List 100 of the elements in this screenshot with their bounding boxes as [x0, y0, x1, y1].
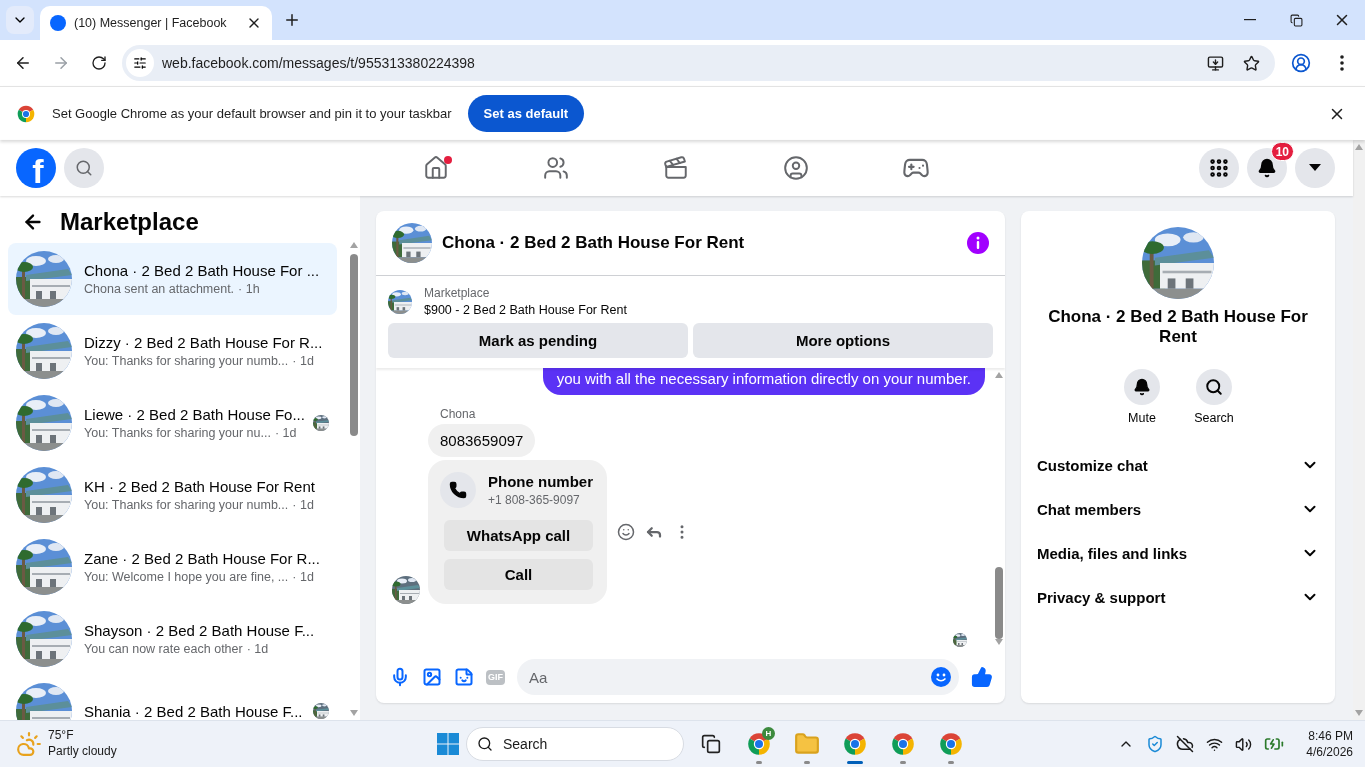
clock[interactable]: 8:46 PM 4/6/2026 — [1306, 727, 1353, 761]
search-icon — [477, 736, 493, 752]
sliders-icon — [133, 56, 147, 70]
url-text: web.facebook.com/messages/t/955313380224398 — [162, 55, 476, 71]
message-time: · 1d — [274, 426, 297, 440]
emoji-icon[interactable] — [931, 667, 951, 687]
restore-icon — [1289, 13, 1303, 27]
message-time: · 1d — [292, 570, 314, 584]
profile-badge: H — [762, 727, 775, 740]
conversation-item[interactable]: Zane · 2 Bed 2 Bath House For R... You: Welcome I hope you are fine, ... · 1d — [8, 531, 337, 603]
browser-tab[interactable]: (10) Messenger | Facebook — [40, 6, 272, 40]
video-icon — [662, 155, 689, 181]
message-input[interactable]: Aa — [517, 659, 959, 695]
menu-grid-button[interactable] — [1199, 148, 1239, 188]
call-button[interactable]: Call — [444, 559, 593, 590]
mute-button[interactable]: Mute — [1115, 369, 1169, 425]
infobar-message: Set Google Chrome as your default browser and pin it to your taskbar — [52, 106, 452, 121]
info-icon[interactable] — [967, 232, 989, 254]
search-button[interactable]: Search — [1187, 369, 1241, 425]
grid-icon — [1208, 157, 1230, 179]
chrome-logo-icon — [890, 731, 916, 757]
back-icon — [14, 54, 32, 72]
temperature: 75°F — [48, 728, 75, 744]
sender-name: Chona — [440, 407, 476, 421]
conversation-name: Chona · 2 Bed 2 Bath House For ... — [84, 262, 321, 279]
search-icon — [75, 159, 93, 177]
phone-icon — [440, 472, 476, 508]
chrome-logo-icon — [938, 731, 964, 757]
conversation-item[interactable]: KH · 2 Bed 2 Bath House For Rent You: Thanks for sharing your numb... · 1d — [8, 459, 337, 531]
bell-icon — [1133, 378, 1151, 396]
conversation-item[interactable]: Liewe · 2 Bed 2 Bath House Fo... You: Thanks for sharing your nu... · 1d — [8, 387, 337, 459]
chrome-logo-icon — [16, 103, 36, 124]
chat-title: Chona · 2 Bed 2 Bath House For Rent — [442, 233, 746, 253]
windows-start-icon[interactable] — [436, 732, 460, 756]
scroll-up-arrow[interactable] — [995, 372, 1003, 378]
message-time: · 1d — [292, 354, 314, 368]
call-button[interactable]: WhatsApp call — [444, 520, 593, 551]
taskbar-search[interactable]: Search — [466, 727, 684, 761]
search-button[interactable] — [64, 148, 104, 188]
volume-icon[interactable] — [1235, 735, 1253, 753]
forward-icon — [52, 54, 70, 72]
section-header[interactable]: Media, files and links — [1021, 531, 1335, 575]
listing-label: Marketplace — [424, 286, 491, 300]
tab-title: (10) Messenger | Facebook — [74, 16, 228, 30]
microphone-icon[interactable] — [390, 667, 410, 687]
address-bar[interactable]: web.facebook.com/messages/t/955313380224398 — [122, 45, 1275, 81]
conversation-name: Zane · 2 Bed 2 Bath House For R... — [84, 550, 321, 567]
taskbar-app[interactable]: H — [738, 723, 780, 765]
listing-title: $900 - 2 Bed 2 Bath House For Rent — [424, 303, 627, 317]
scrollbar-thumb[interactable] — [349, 254, 358, 436]
conversation-item[interactable]: Shayson · 2 Bed 2 Bath House F... You can now rate each other · 1d — [8, 603, 337, 675]
scrollbar-thumb[interactable] — [995, 567, 1003, 639]
listing-button[interactable]: Mark as pending — [388, 323, 688, 358]
notification-count: 10 — [1270, 142, 1294, 161]
received-message: 8083659097 — [428, 424, 536, 457]
site-info-button[interactable] — [126, 49, 154, 77]
section-header[interactable]: Customize chat — [1021, 443, 1335, 487]
smiley-icon[interactable] — [617, 523, 635, 541]
conversation-name: Shania · 2 Bed 2 Bath House F... — [84, 702, 301, 720]
tab-list-button[interactable] — [6, 6, 34, 34]
message-preview: You: Thanks for sharing your numb... — [84, 354, 289, 368]
sticker-icon[interactable] — [454, 667, 474, 687]
folder-icon — [794, 731, 820, 757]
search-icon — [1205, 378, 1223, 396]
scroll-up-arrow[interactable] — [349, 242, 358, 248]
message-time: · 1d — [246, 642, 269, 656]
minimize-icon — [1244, 19, 1256, 21]
shield-icon[interactable] — [1146, 735, 1165, 753]
contact-title: Phone number — [488, 473, 593, 490]
contact-name: Chona · 2 Bed 2 Bath House For Rent — [1047, 307, 1309, 347]
contact-number: +1 808-365-9097 — [488, 493, 581, 507]
favicon-icon — [50, 15, 66, 31]
message-preview: You can now rate each other — [84, 642, 243, 656]
star-icon — [1242, 54, 1260, 72]
message-preview: Chona sent an attachment. — [84, 282, 235, 296]
home-icon — [422, 155, 449, 181]
conversation-item[interactable]: Chona · 2 Bed 2 Bath House For ... Chona sent an attachment. · 1h — [8, 243, 337, 315]
image-icon[interactable] — [422, 667, 442, 687]
set-default-button[interactable]: Set as default — [467, 95, 585, 132]
message-time: · 1d — [292, 498, 314, 512]
conversation-item[interactable]: Dizzy · 2 Bed 2 Bath House For R... You: Thanks for sharing your numb... · 1d — [8, 315, 337, 387]
conversation-name: Shayson · 2 Bed 2 Bath House F... — [84, 622, 316, 639]
cloud-off-icon[interactable] — [1176, 735, 1195, 753]
bell-icon — [1257, 158, 1277, 178]
people-icon — [542, 155, 569, 181]
section-header[interactable]: Chat members — [1021, 487, 1335, 531]
message-preview: You: Welcome I hope you are fine, ... — [84, 570, 289, 584]
sidebar-title: Marketplace — [60, 207, 199, 236]
menu-icon — [1340, 55, 1344, 71]
scroll-down-arrow[interactable] — [995, 639, 1003, 645]
notifications-button[interactable] — [1247, 148, 1287, 188]
facebook-logo[interactable]: f — [16, 148, 56, 188]
weather-condition: Partly cloudy — [48, 744, 117, 760]
thumbs-up-icon[interactable] — [971, 666, 993, 688]
account-button[interactable] — [1295, 148, 1335, 188]
chrome-logo-icon — [842, 731, 868, 757]
listing-button[interactable]: More options — [693, 323, 993, 358]
section-header[interactable]: Privacy & support — [1021, 575, 1335, 619]
message-preview: You: Thanks for sharing your nu... — [84, 426, 271, 440]
people-circle-icon — [782, 155, 809, 181]
